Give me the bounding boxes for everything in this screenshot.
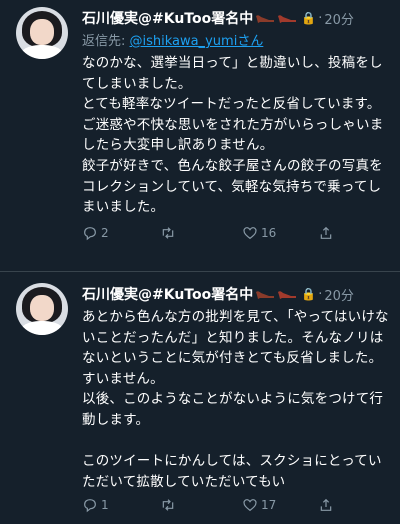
separator-dot: · — [318, 286, 323, 302]
retweet-button[interactable] — [160, 225, 242, 241]
action-bar: 1 17 — [82, 492, 390, 518]
like-button[interactable]: 17 — [242, 497, 318, 513]
timestamp[interactable]: 20分 — [324, 285, 354, 304]
share-button[interactable] — [318, 497, 334, 513]
like-count: 16 — [261, 225, 277, 240]
tweet[interactable]: 石川優実@#KuToo署名中 🔒 · 20分 あとから色んな方の批判を見て、「や… — [0, 272, 400, 524]
tweet-text: あとから色んな方の批判を見て、「やってはいけないことだったんだ」と知りました。そ… — [82, 309, 389, 490]
display-name[interactable]: 石川優実@#KuToo署名中 — [82, 8, 253, 28]
high-heel-icon — [278, 291, 297, 299]
retweet-icon — [162, 226, 174, 239]
separator-dot: · — [318, 10, 323, 26]
high-heel-icon — [256, 15, 275, 23]
action-bar: 2 16 — [82, 220, 390, 246]
reply-to-link[interactable]: @ishikawa_yumiさん — [130, 34, 264, 49]
retweet-button[interactable] — [160, 497, 242, 513]
like-count: 17 — [261, 498, 277, 513]
tweet-text: なのかな、選挙当日って」と勘違いし、投稿をしてしまいました。 とても軽率なツイー… — [82, 55, 384, 216]
like-button[interactable]: 16 — [242, 225, 318, 241]
high-heel-icon — [278, 15, 297, 23]
reply-icon — [84, 226, 96, 240]
retweet-icon — [162, 499, 174, 512]
lock-icon: 🔒 — [301, 11, 317, 25]
reply-icon — [84, 499, 96, 513]
share-icon — [320, 499, 332, 512]
high-heel-icon — [256, 291, 275, 299]
reply-button[interactable]: 2 — [82, 225, 160, 241]
avatar[interactable] — [16, 7, 68, 59]
display-name[interactable]: 石川優実@#KuToo署名中 — [82, 284, 253, 304]
share-button[interactable] — [318, 225, 334, 241]
reply-button[interactable]: 1 — [82, 497, 160, 513]
share-icon — [320, 226, 332, 239]
reply-count: 2 — [101, 225, 109, 240]
lock-icon: 🔒 — [301, 287, 317, 301]
reply-count: 1 — [101, 498, 109, 513]
reply-context: 返信先: @ishikawa_yumiさん — [82, 30, 390, 51]
like-icon — [243, 226, 257, 239]
timestamp[interactable]: 20分 — [324, 9, 354, 28]
avatar[interactable] — [16, 283, 68, 335]
like-icon — [243, 499, 257, 512]
tweet[interactable]: 石川優実@#KuToo署名中 🔒 · 20分 返信先: @ishikawa_yu… — [0, 0, 400, 272]
reply-prefix: 返信先: — [82, 34, 130, 49]
